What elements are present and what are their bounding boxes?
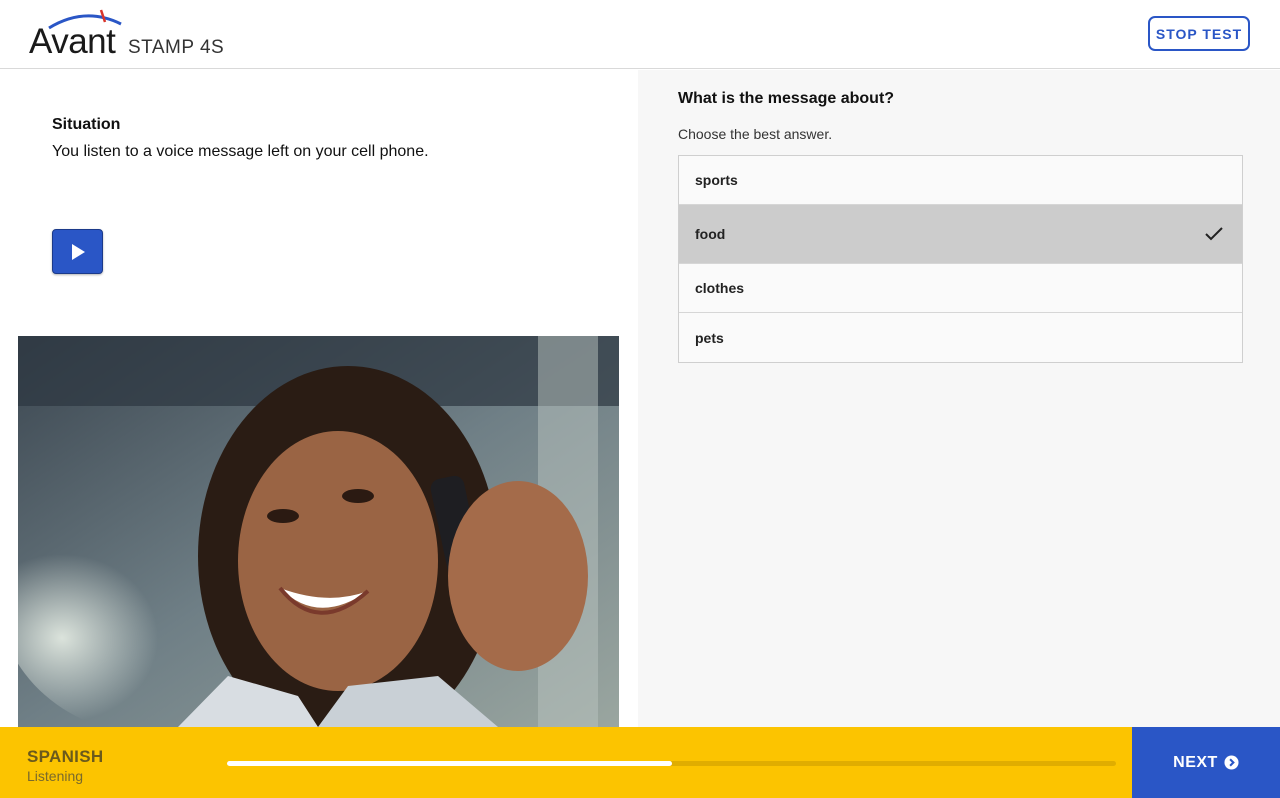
situation-title: Situation: [52, 116, 121, 133]
option-label: pets: [695, 329, 724, 346]
option-label: sports: [695, 172, 738, 188]
answer-option-clothes[interactable]: clothes: [679, 264, 1242, 313]
option-label: clothes: [695, 280, 745, 296]
product-name: STAMP 4S: [128, 37, 225, 58]
progress-bar: [227, 761, 1116, 766]
avant-logo: Avant STAMP 4S: [29, 8, 229, 61]
answer-option-food[interactable]: food: [679, 205, 1242, 264]
option-label: food: [695, 226, 726, 242]
answer-option-pets[interactable]: pets: [679, 313, 1242, 362]
stop-test-button[interactable]: STOP TEST: [1148, 16, 1250, 51]
question-pane: What is the message about? Choose the be…: [638, 70, 1280, 727]
play-audio-button[interactable]: [52, 229, 103, 274]
play-icon: [71, 243, 85, 260]
checkmark-icon: [1205, 227, 1223, 241]
test-skill: Listening: [27, 768, 84, 784]
next-button[interactable]: NEXT: [1132, 727, 1280, 798]
prompt-pane: Situation You listen to a voice message …: [0, 70, 638, 727]
test-footer: SPANISH Listening NEXT: [0, 727, 1280, 798]
answer-option-sports[interactable]: sports: [679, 156, 1242, 205]
question-title: What is the message about?: [678, 90, 895, 107]
woman-on-phone-photo: [18, 336, 619, 727]
progress-fill: [227, 761, 672, 766]
situation-text: You listen to a voice message left on yo…: [52, 143, 429, 160]
question-instruction: Choose the best answer.: [678, 126, 833, 142]
logo-wordmark: Avant: [29, 22, 116, 61]
next-label: NEXT: [1173, 753, 1218, 771]
app-header: Avant STAMP 4S STOP TEST: [0, 0, 1280, 69]
test-language: SPANISH: [27, 747, 104, 766]
answer-options: sports food clothes pets: [678, 155, 1243, 363]
chevron-right-circle-icon: [1224, 755, 1239, 770]
